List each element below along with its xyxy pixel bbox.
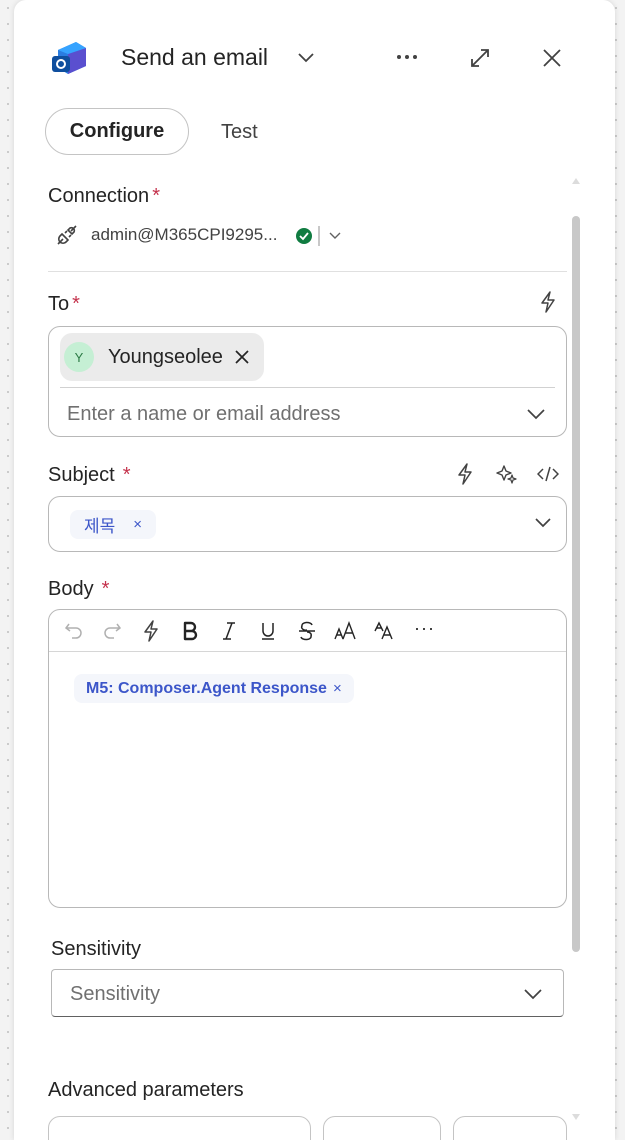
body-token[interactable]: M5: Composer.Agent Response × — [74, 674, 354, 703]
chevron-down-icon[interactable] — [295, 46, 317, 68]
required-mark: * — [122, 464, 131, 486]
subject-label: Subject * — [48, 464, 131, 487]
required-mark: * — [72, 293, 80, 315]
sparkle-icon[interactable] — [495, 462, 519, 486]
remove-token-icon[interactable]: × — [333, 680, 342, 697]
page-title: Send an email — [121, 44, 269, 70]
chevron-down-icon[interactable] — [521, 984, 545, 1004]
to-label-text: To — [48, 293, 70, 315]
connected-check-icon — [295, 227, 313, 245]
chevron-down-icon[interactable] — [524, 404, 548, 424]
redo-icon[interactable] — [100, 620, 124, 642]
more-formatting-icon[interactable]: ··· — [414, 618, 435, 639]
recipient-name: Youngseolee — [108, 345, 223, 368]
strikethrough-icon[interactable] — [295, 620, 319, 642]
subject-token-text: 제목 — [84, 517, 116, 536]
clear-all-button[interactable] — [453, 1116, 567, 1140]
scrollbar-thumb[interactable] — [572, 216, 580, 952]
scroll-down-icon[interactable] — [572, 1114, 580, 1120]
font-size-icon[interactable] — [334, 620, 358, 642]
dynamic-content-icon[interactable] — [536, 290, 560, 314]
advanced-parameters-dropdown[interactable] — [48, 1116, 311, 1140]
required-mark: * — [101, 578, 110, 600]
sensitivity-placeholder: Sensitivity — [70, 983, 161, 1005]
separator — [318, 226, 320, 246]
underline-icon[interactable] — [256, 620, 280, 642]
dynamic-content-icon[interactable] — [139, 619, 163, 643]
code-view-icon[interactable] — [536, 462, 560, 486]
sensitivity-label: Sensitivity — [51, 938, 142, 960]
required-mark: * — [152, 185, 160, 207]
plug-icon — [54, 222, 80, 248]
to-input[interactable]: Enter a name or email address — [67, 403, 340, 426]
scroll-up-icon[interactable] — [572, 178, 580, 184]
body-label-text: Body — [48, 578, 94, 600]
action-panel: Send an email Configure Test Connection *… — [14, 0, 615, 1140]
connection-account: admin@M365CPI9295... — [91, 225, 278, 244]
advanced-parameters-label: Advanced parameters — [48, 1079, 244, 1101]
avatar: Y — [64, 342, 94, 372]
toolbar-divider — [49, 651, 566, 652]
italic-icon[interactable] — [217, 620, 241, 642]
connection-dropdown-icon[interactable] — [327, 228, 343, 244]
more-options-icon[interactable] — [394, 46, 420, 68]
connection-label-text: Connection — [48, 185, 150, 207]
subject-token[interactable]: 제목 × — [70, 510, 157, 539]
input-underline — [60, 387, 555, 388]
undo-icon[interactable] — [62, 620, 86, 642]
dynamic-content-icon[interactable] — [453, 462, 477, 486]
tab-test[interactable]: Test — [221, 121, 258, 144]
to-label: To * — [48, 293, 80, 316]
outlook-icon — [50, 40, 88, 76]
remove-recipient-icon[interactable] — [235, 350, 249, 364]
body-label: Body * — [48, 578, 109, 601]
body-token-text: M5: Composer.Agent Response — [86, 679, 327, 697]
chevron-down-icon[interactable] — [532, 514, 554, 532]
recipient-chip[interactable]: Y Youngseolee — [60, 333, 264, 381]
close-icon[interactable] — [540, 46, 564, 70]
show-all-button[interactable] — [323, 1116, 441, 1140]
connection-label: Connection * — [48, 185, 160, 208]
expand-icon[interactable] — [468, 46, 492, 70]
tab-configure[interactable]: Configure — [45, 108, 189, 155]
divider — [48, 271, 567, 272]
bold-icon[interactable] — [178, 620, 202, 642]
font-color-icon[interactable] — [373, 620, 397, 642]
remove-token-icon[interactable]: × — [133, 516, 142, 533]
subject-label-text: Subject — [48, 464, 115, 486]
body-editor[interactable] — [48, 609, 567, 908]
